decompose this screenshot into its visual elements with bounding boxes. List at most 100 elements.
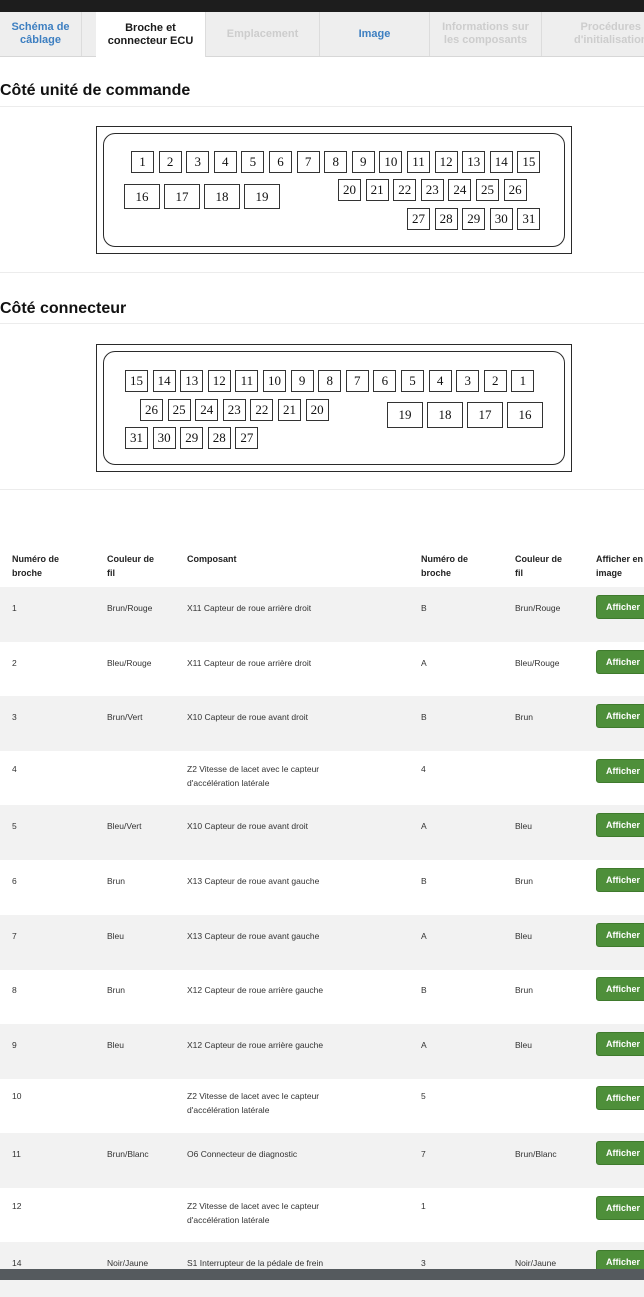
connector-pin-1: 1 [511, 370, 535, 392]
control-unit-side-title: Côté unité de commande [0, 82, 191, 99]
control-pin-22: 22 [393, 179, 417, 201]
cell-wire-color: Brun/Rouge [107, 603, 153, 613]
cell-component: X12 Capteur de roue arrière gauche [187, 985, 324, 996]
cell-wire-color-2: Bleu [515, 821, 533, 832]
show-image-button[interactable]: Afficher [596, 704, 644, 729]
show-image-button[interactable]: Afficher [596, 868, 644, 892]
tab-wiring-diagram[interactable]: Schéma de câblage [0, 12, 82, 56]
connector-pin-13: 13 [180, 370, 204, 392]
table-header: Numéro de broche Couleur de fil Composan… [0, 540, 644, 590]
header-component: Composant [187, 554, 237, 564]
connector-pin-15: 15 [125, 370, 148, 392]
table-row: 11 Brun/Blanc O6 Connecteur de diagnostic 7… [0, 1133, 644, 1188]
cell-pin-2: A [421, 657, 427, 668]
header-wire-color: Couleur de fil [107, 554, 155, 578]
tab-image[interactable]: Image [320, 12, 430, 56]
cell-wire-color: Bleu/Rouge [107, 657, 152, 668]
cell-wire-color-2: Brun [515, 712, 533, 723]
connector-pin-30: 30 [152, 427, 176, 449]
show-image-button[interactable]: Afficher [596, 649, 644, 674]
control-pin-18: 18 [204, 184, 240, 209]
control-pin-10: 10 [379, 151, 403, 173]
show-image-button[interactable]: Afficher [596, 813, 644, 838]
show-image-button[interactable]: Afficher [596, 1031, 644, 1056]
connector-pin-11: 11 [235, 370, 259, 392]
tab-pin-ecu-connector[interactable]: Broche et connecteur ECU [96, 12, 206, 57]
connector-pin-20: 20 [305, 399, 329, 421]
control-pin-12: 12 [434, 151, 458, 173]
connector-pin-10: 10 [263, 370, 286, 392]
table-row: 3 Brun/Vert X10 Capteur de roue avant droi… [0, 696, 644, 752]
cell-pin: 6 [12, 876, 17, 886]
connector-pin-25: 25 [167, 399, 191, 421]
control-pin-9: 9 [351, 151, 375, 173]
control-pin-7: 7 [296, 151, 320, 173]
cell-component: Z2 Vitesse de lacet avec le capteur d'ac… [187, 763, 320, 788]
cell-pin-2: 7 [421, 1149, 426, 1159]
control-pin-20: 20 [338, 179, 361, 201]
bottom-bar [0, 1269, 644, 1280]
tab-location[interactable]: Emplacement [206, 12, 320, 56]
cell-wire-color: Brun/Vert [107, 712, 143, 723]
header-wire-color-2: Couleur de fil [515, 554, 563, 578]
show-image-button[interactable]: Afficher [596, 922, 644, 947]
connector-pin-2: 2 [483, 370, 507, 392]
control-pin-5: 5 [241, 151, 265, 173]
connector-pin-4: 4 [428, 370, 452, 392]
cell-wire-color: Brun [107, 985, 125, 996]
cell-pin: 3 [12, 712, 17, 723]
cell-pin-2: A [421, 930, 427, 941]
show-image-button[interactable]: Afficher [596, 1086, 644, 1111]
cell-wire-color: Bleu [107, 1039, 125, 1050]
connector-pin-19: 19 [387, 402, 423, 428]
cell-wire-color: Brun/Blanc [107, 1149, 149, 1159]
connector-pin-22: 22 [250, 399, 274, 421]
cell-pin: 8 [12, 985, 17, 996]
cell-pin: 9 [12, 1039, 17, 1050]
control-pin-25: 25 [476, 179, 499, 201]
tab-component-info-label: Informations sur les composants [442, 21, 529, 46]
connector-panel: 15 14 13 12 11 10 9 8 7 6 5 4 3 2 1 26 25 24 23 22 21 20 19 18 1… [0, 323, 644, 490]
cell-pin: 1 [12, 603, 17, 613]
cell-wire-color: Bleu [107, 930, 125, 941]
table-row: 7 Bleu X13 Capteur de roue avant gauche A Bl… [0, 914, 644, 970]
tab-init-procedures[interactable]: Procédures d'initialisation [542, 12, 644, 56]
cell-wire-color-2: Brun [515, 985, 533, 996]
connector-pin-16: 16 [507, 402, 543, 428]
cell-pin: 4 [12, 763, 17, 774]
connector-pin-21: 21 [278, 399, 301, 421]
header-pin-number-2: Numéro de broche [421, 554, 469, 578]
control-pin-30: 30 [489, 208, 513, 230]
show-image-button[interactable]: Afficher [596, 1141, 644, 1165]
cell-pin-2: A [421, 1039, 427, 1050]
show-image-button[interactable]: Afficher [596, 758, 644, 783]
control-pin-24: 24 [448, 179, 472, 201]
cell-wire-color-2: Bleu/Rouge [515, 657, 560, 668]
connector-pin-29: 29 [180, 427, 204, 449]
table-row: 2 Bleu/Rouge X11 Capteur de roue arrière d… [0, 642, 644, 697]
cell-component: Z2 Vitesse de lacet avec le capteur d'ac… [187, 1091, 320, 1116]
control-pin-11: 11 [407, 151, 430, 173]
cell-wire-color-2: Bleu [515, 1039, 533, 1050]
connector-pin-18: 18 [427, 402, 463, 428]
tab-component-info[interactable]: Informations sur les composants [430, 12, 542, 56]
connector-pin-3: 3 [456, 370, 480, 392]
tab-image-label: Image [358, 27, 391, 40]
tab-location-label: Emplacement [226, 27, 299, 40]
show-image-button[interactable]: Afficher [596, 1195, 644, 1220]
connector-side-title: Côté connecteur [0, 300, 127, 317]
cell-pin-2: B [421, 985, 427, 996]
connector-pin-7: 7 [345, 370, 369, 392]
cell-component: Z2 Vitesse de lacet avec le capteur d'ac… [187, 1200, 320, 1225]
show-image-button[interactable]: Afficher [596, 595, 644, 619]
cell-component: X13 Capteur de roue avant gauche [187, 876, 320, 886]
table-row: 1 Brun/Rouge X11 Capteur de roue arrière d… [0, 587, 644, 642]
connector-pin-8: 8 [318, 370, 342, 392]
cell-pin: 2 [12, 657, 17, 668]
cell-pin-2: A [421, 821, 427, 832]
cell-component: X11 Capteur de roue arrière droit [187, 657, 312, 668]
control-pin-29: 29 [462, 208, 486, 230]
show-image-button[interactable]: Afficher [596, 977, 644, 1002]
control-pin-3: 3 [186, 151, 210, 173]
cell-wire-color: Brun [107, 876, 125, 886]
